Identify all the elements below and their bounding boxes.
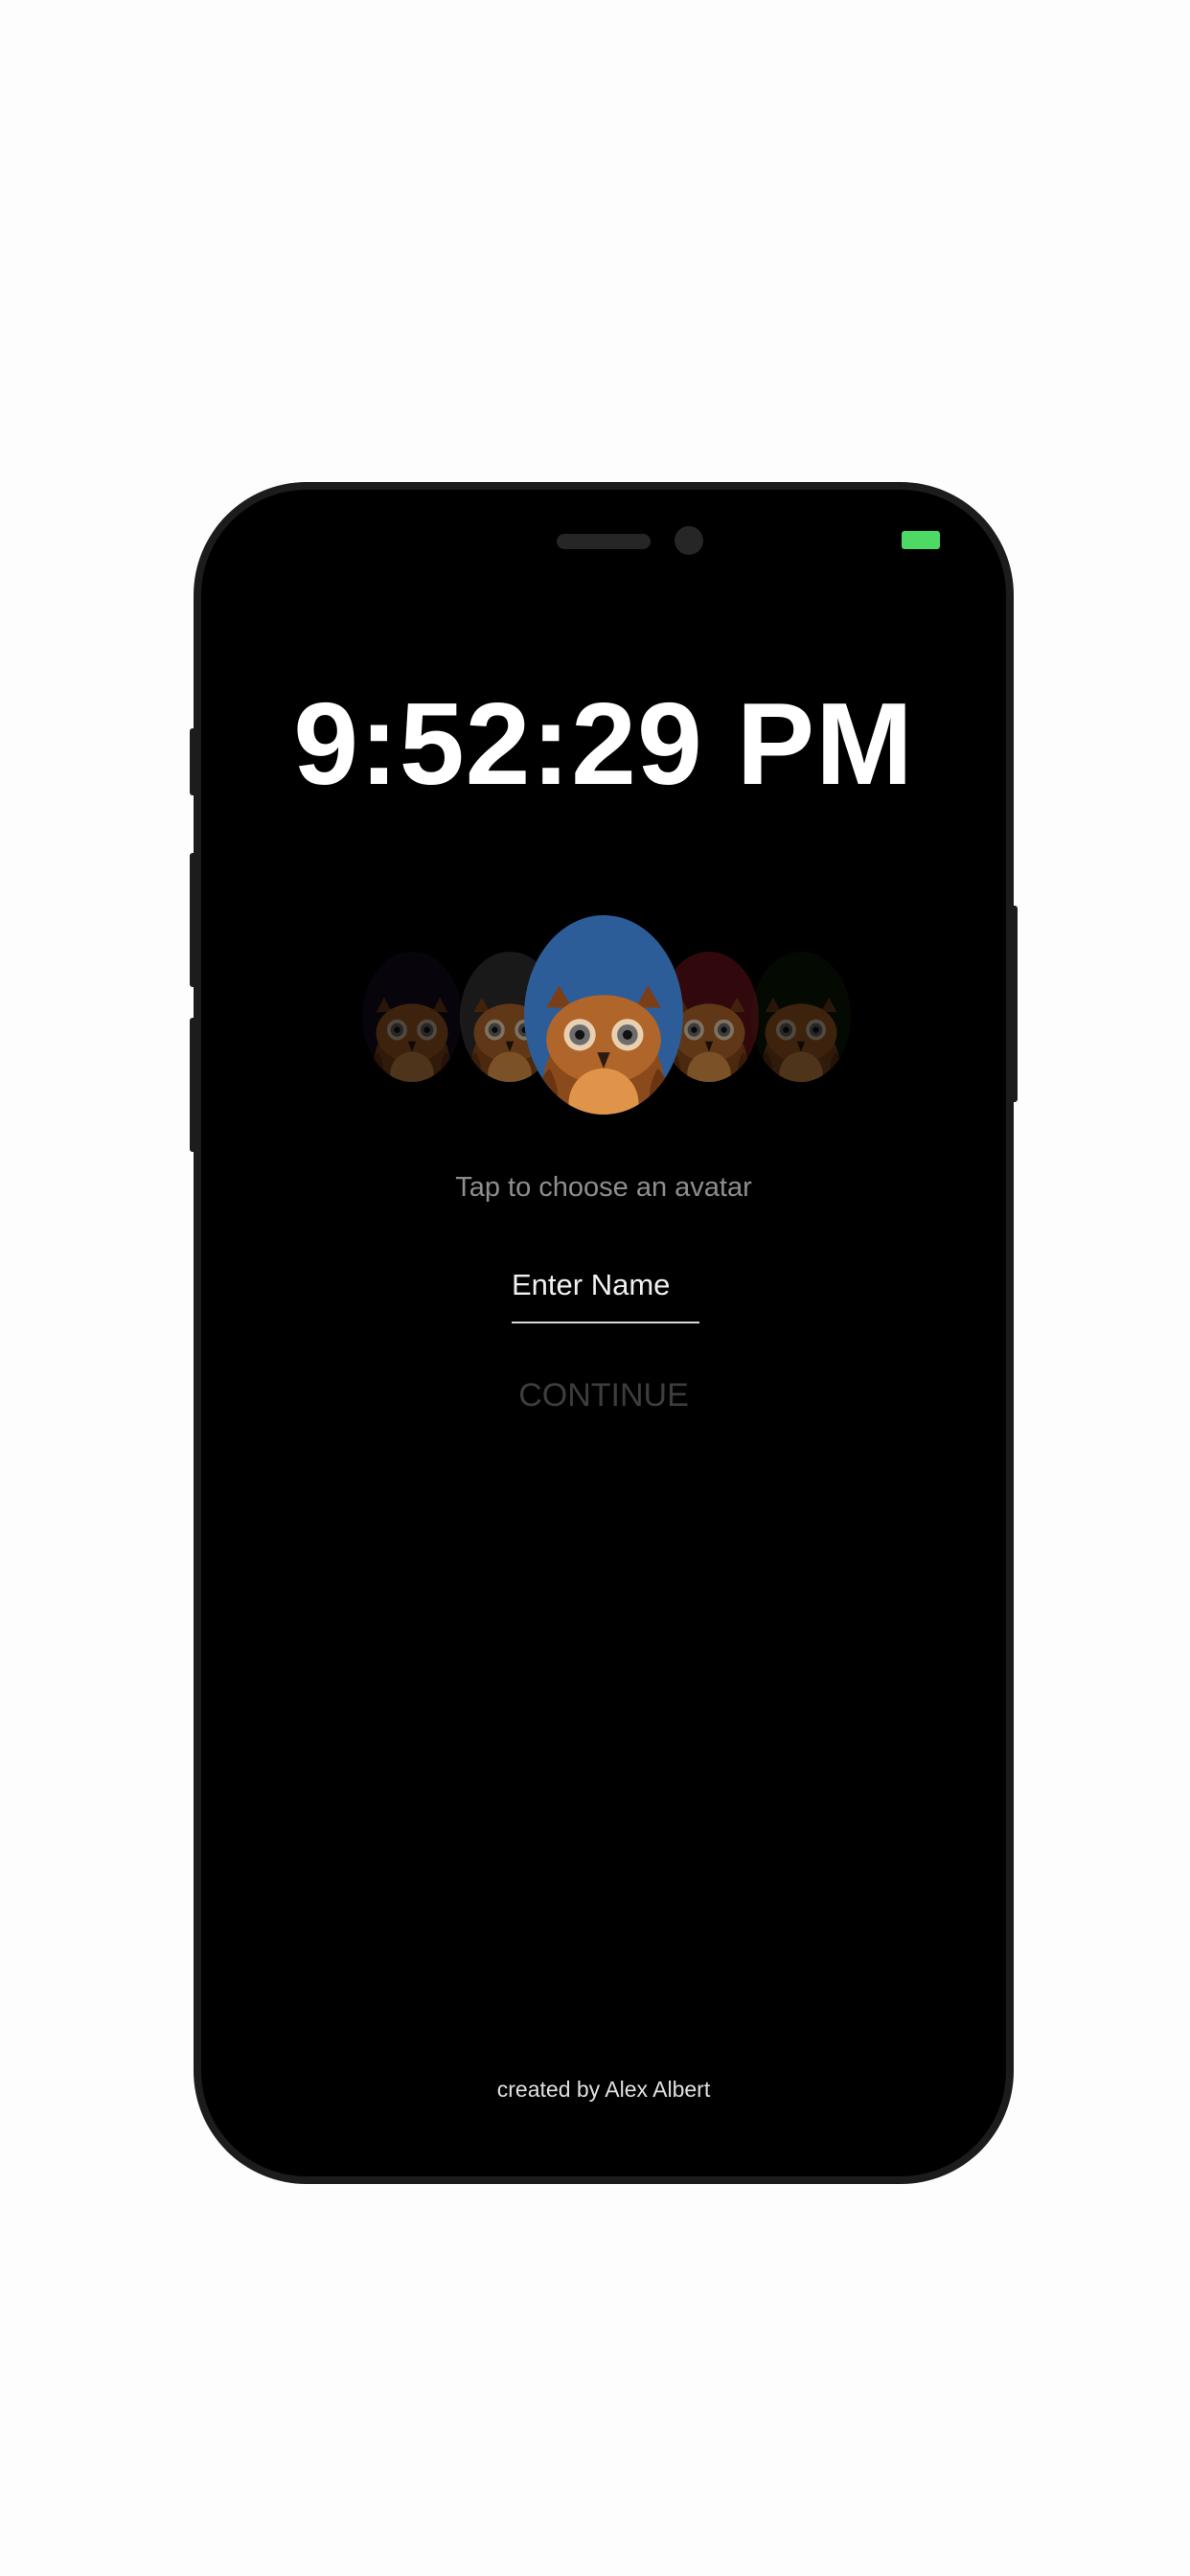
- front-camera-icon: [675, 526, 703, 555]
- name-input[interactable]: [512, 1256, 699, 1314]
- owl-avatar-icon: [362, 952, 462, 1082]
- battery-icon: [902, 531, 940, 549]
- speaker-grille: [557, 534, 651, 549]
- device-mockup: 9:52:29 PM Tap to choose an avatar Enter…: [0, 0, 1190, 2576]
- avatar-option[interactable]: [751, 952, 851, 1082]
- phone-frame: 9:52:29 PM Tap to choose an avatar Enter…: [194, 482, 1014, 2184]
- avatar-carousel[interactable]: [201, 914, 1006, 1116]
- clock-time: 9:52:29 PM: [293, 678, 914, 809]
- continue-button[interactable]: CONTINUE: [201, 1376, 1006, 1414]
- avatar-hint: Tap to choose an avatar: [455, 1172, 752, 1203]
- avatar-option[interactable]: [362, 952, 462, 1082]
- owl-avatar-icon: [524, 915, 683, 1115]
- credit-text: created by Alex Albert: [496, 2077, 711, 2102]
- owl-avatar-icon: [751, 952, 851, 1082]
- name-field[interactable]: [512, 1256, 699, 1323]
- avatar-option-selected[interactable]: [524, 915, 683, 1115]
- app-screen: 9:52:29 PM Tap to choose an avatar Enter…: [201, 490, 1006, 2176]
